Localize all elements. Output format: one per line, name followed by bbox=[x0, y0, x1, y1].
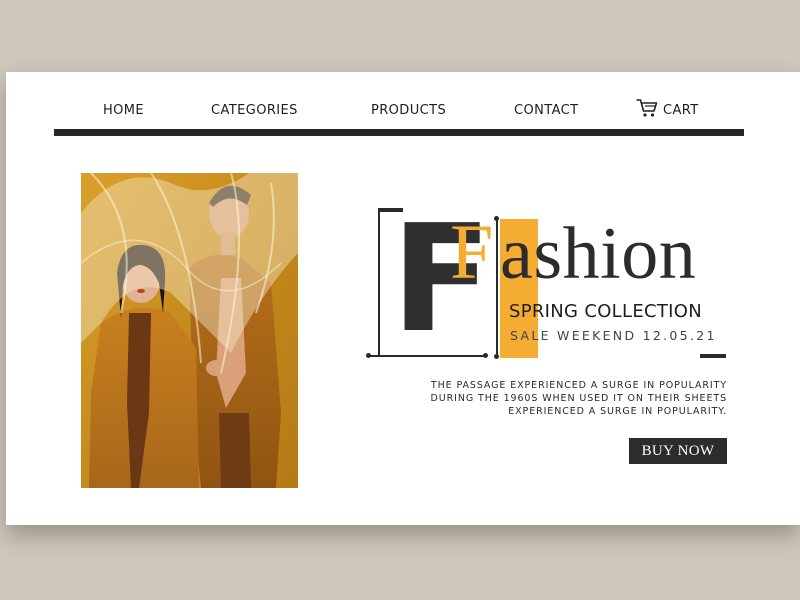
collection-subtitle: SPRING COLLECTION bbox=[509, 301, 703, 322]
hero-description: THE PASSAGE EXPERIENCED A SURGE IN POPUL… bbox=[406, 379, 727, 418]
hero-title-word: ashion bbox=[500, 213, 697, 295]
description-line: EXPERIENCED A SURGE IN POPULARITY. bbox=[508, 406, 727, 417]
nav-cart-link[interactable]: CART bbox=[663, 103, 699, 118]
landing-page-card: HOME CATEGORIES PRODUCTS CONTACT CART F … bbox=[6, 72, 800, 525]
bottom-deco-line bbox=[700, 354, 726, 358]
cart-icon[interactable] bbox=[636, 98, 658, 118]
accent-initial-letter: F bbox=[450, 208, 494, 295]
description-line: THE PASSAGE EXPERIENCED A SURGE IN POPUL… bbox=[430, 380, 727, 391]
baseline-left-dot bbox=[366, 353, 371, 358]
sale-date-line: SALE WEEKEND 12.05.21 bbox=[510, 328, 717, 343]
buy-now-button[interactable]: BUY NOW bbox=[629, 438, 727, 464]
description-line: DURING THE 1960S WHEN USED IT ON THEIR S… bbox=[430, 393, 727, 404]
nav-home-link[interactable]: HOME bbox=[103, 103, 144, 118]
nav-products-link[interactable]: PRODUCTS bbox=[371, 103, 446, 118]
nav-categories-link[interactable]: CATEGORIES bbox=[211, 103, 298, 118]
top-rule-dot bbox=[494, 216, 499, 221]
nav-contact-link[interactable]: CONTACT bbox=[514, 103, 578, 118]
fashion-models-photo bbox=[81, 173, 298, 488]
bottom-rule-dot bbox=[494, 354, 499, 359]
mid-vertical-rule bbox=[496, 219, 498, 358]
nav-underline-bar bbox=[54, 129, 744, 136]
left-vertical-rule bbox=[378, 212, 380, 355]
